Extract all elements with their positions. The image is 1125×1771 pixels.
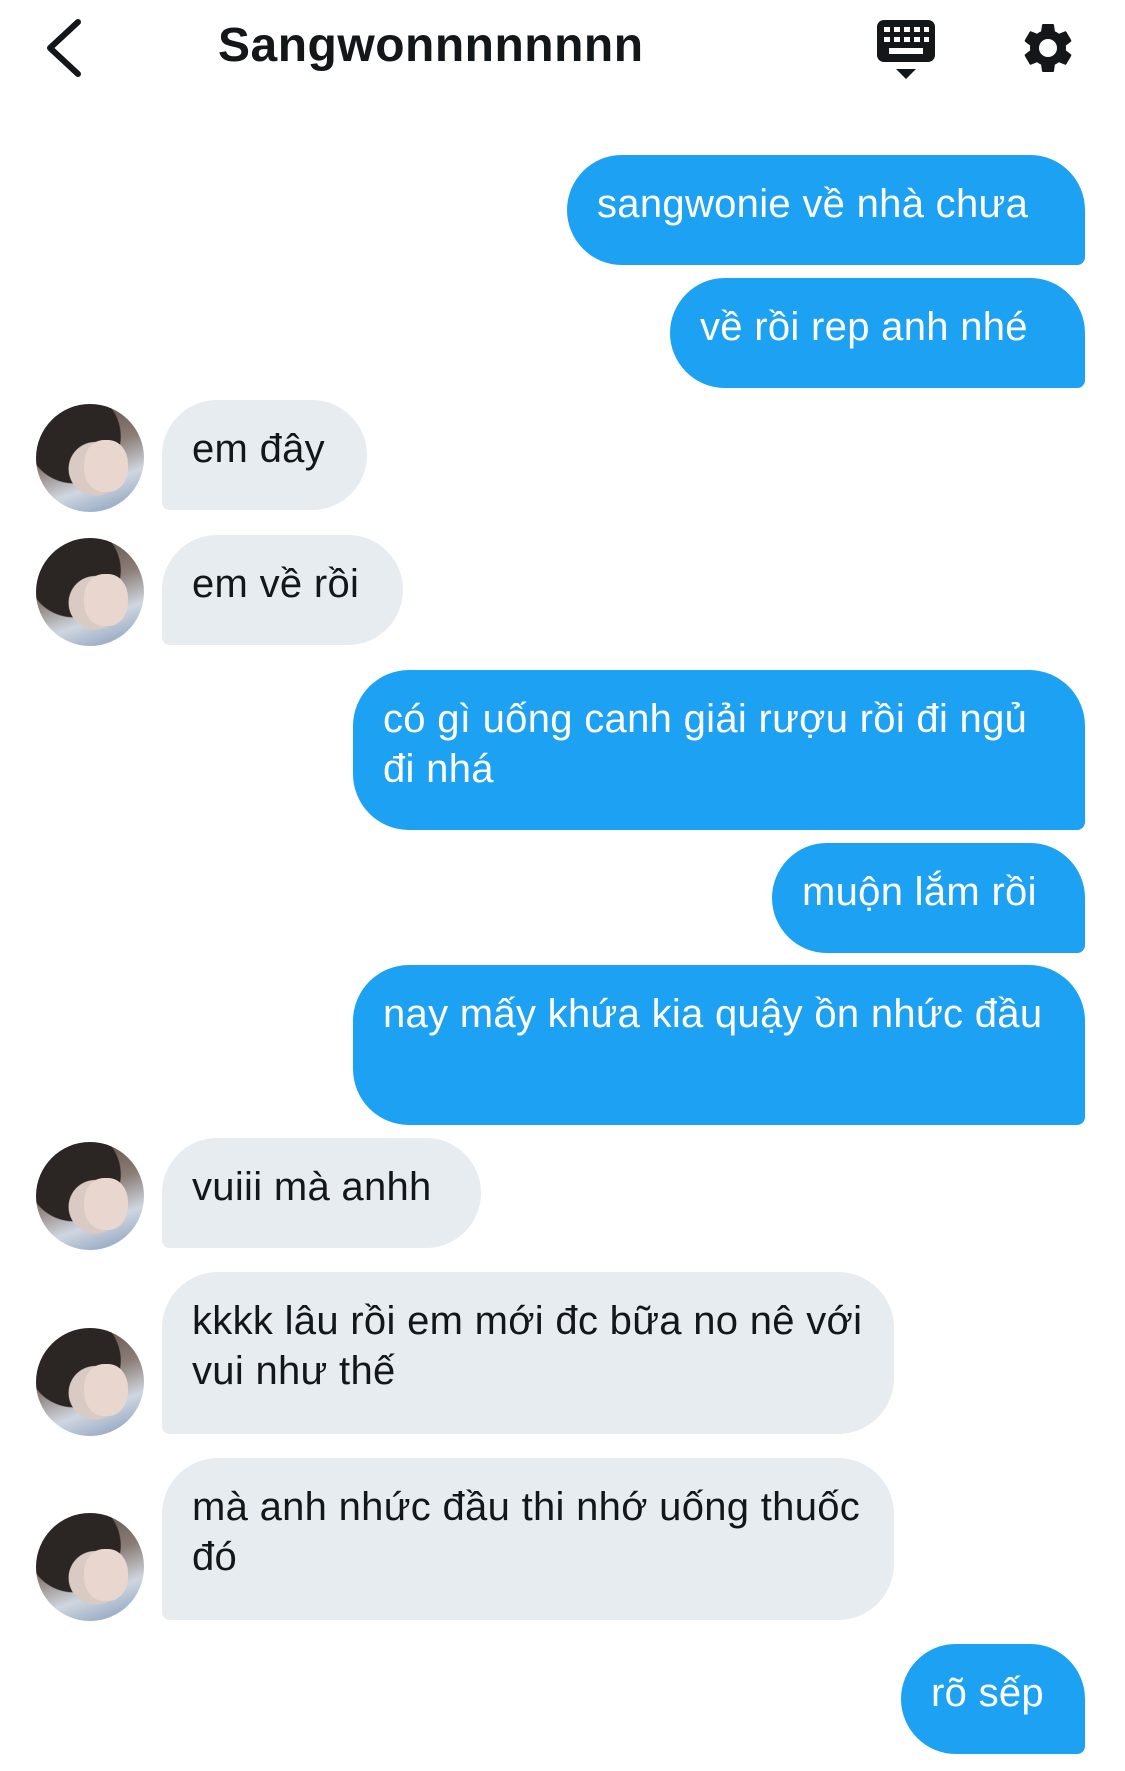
chevron-left-icon (47, 19, 81, 77)
keyboard-icon (877, 20, 935, 79)
outgoing-message[interactable]: nay mấy khứa kia quậy ồn nhức đầu (353, 965, 1085, 1125)
avatar[interactable] (36, 1142, 144, 1250)
chat-screen: Sangwonnnnnnnn sangwonie về nhà chưa về … (0, 0, 1125, 1771)
avatar[interactable] (36, 404, 144, 512)
avatar[interactable] (36, 1513, 144, 1621)
incoming-message[interactable]: kkkk lâu rồi em mới đc bữa no nê với vui… (162, 1272, 894, 1434)
incoming-message[interactable]: mà anh nhức đầu thi nhớ uống thuốc đó (162, 1458, 894, 1620)
outgoing-message[interactable]: sangwonie về nhà chưa (567, 155, 1085, 265)
avatar[interactable] (36, 538, 144, 646)
outgoing-message[interactable]: muộn lắm rồi (772, 843, 1085, 953)
keyboard-button[interactable] (875, 18, 937, 82)
chat-header: Sangwonnnnnnnn (0, 0, 1125, 100)
back-button[interactable] (40, 16, 92, 80)
incoming-message[interactable]: vuiii mà anhh (162, 1138, 481, 1248)
conversation-title: Sangwonnnnnnnn (218, 19, 644, 72)
avatar[interactable] (36, 1328, 144, 1436)
settings-button[interactable] (1018, 18, 1078, 78)
outgoing-message[interactable]: có gì uống canh giải rượu rồi đi ngủ đi … (353, 670, 1085, 830)
incoming-message[interactable]: em về rồi (162, 535, 403, 645)
incoming-message[interactable]: em đây (162, 400, 367, 510)
outgoing-message[interactable]: về rồi rep anh nhé (670, 278, 1085, 388)
outgoing-message[interactable]: rõ sếp (901, 1644, 1085, 1754)
gear-icon (1024, 23, 1072, 73)
